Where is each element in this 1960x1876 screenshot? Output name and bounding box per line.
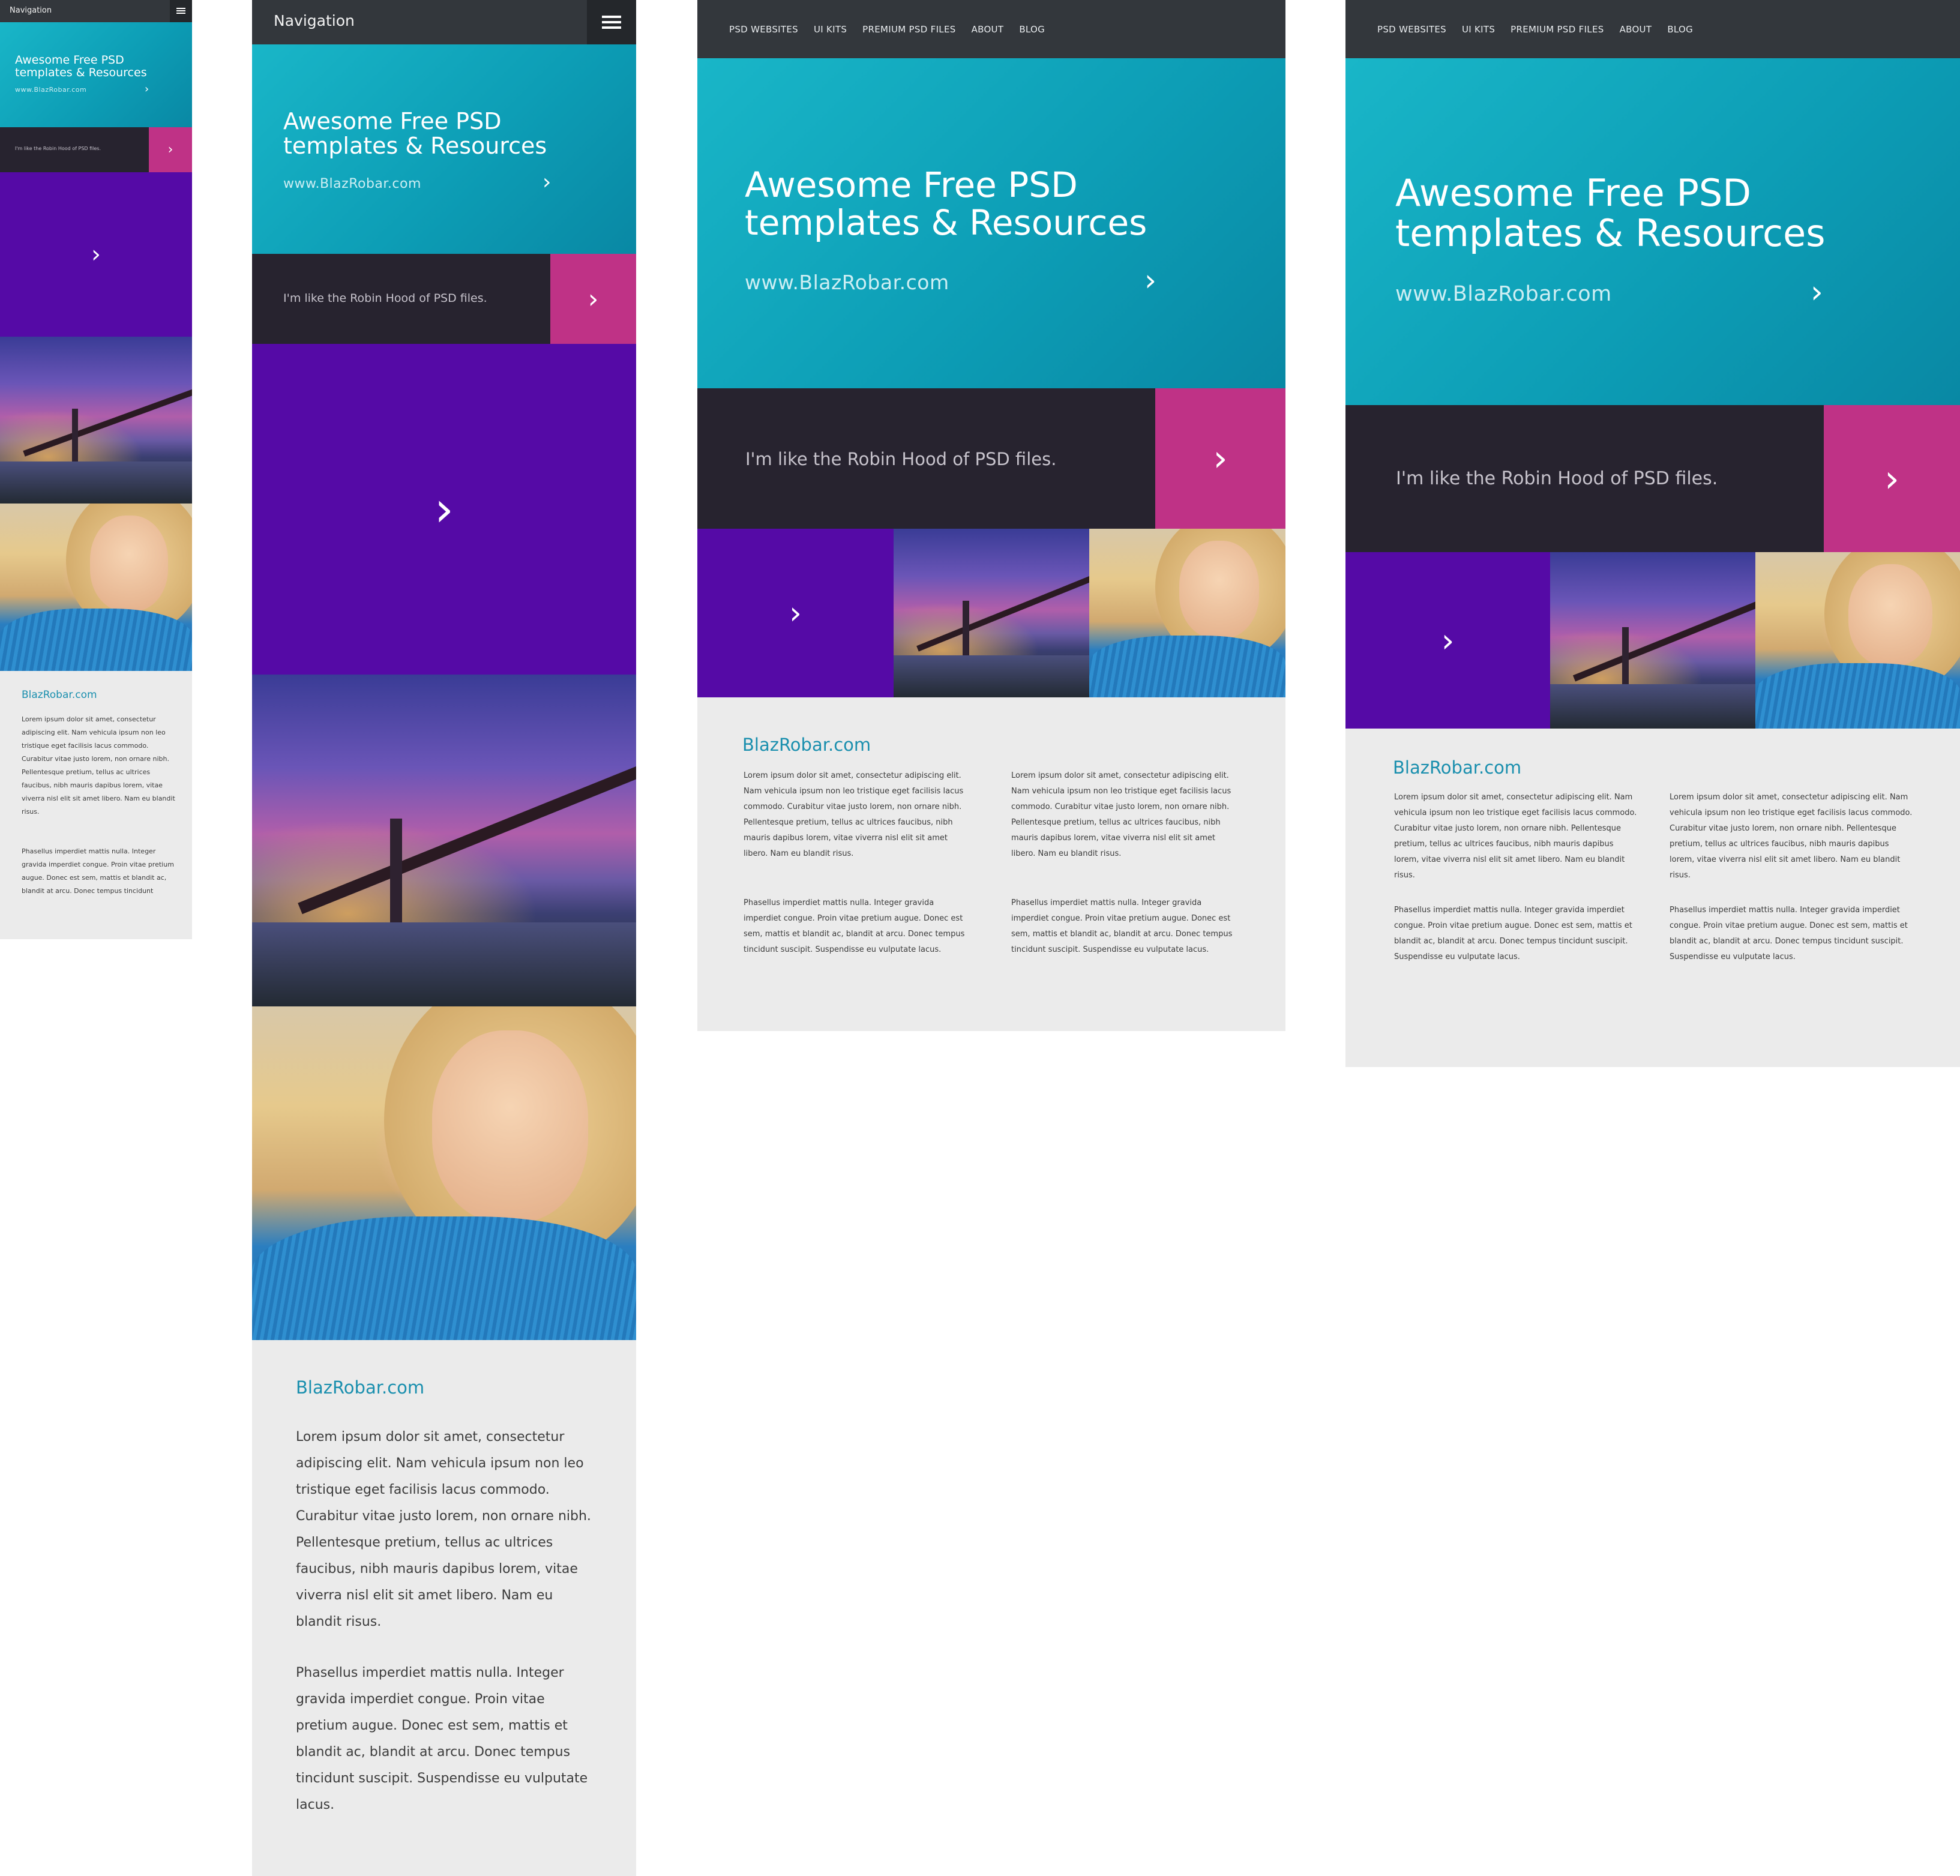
desktop-navbar: PSD WEBSITES UI KITS PREMIUM PSD FILES A… [697, 0, 1285, 58]
nav-link-psd-websites[interactable]: PSD WEBSITES [729, 24, 798, 35]
nav-link-premium-psd-files[interactable]: PREMIUM PSD FILES [862, 24, 955, 35]
chevron-right-icon: › [588, 283, 599, 314]
bridge-photo [1550, 552, 1755, 729]
nav-title: Navigation [10, 6, 52, 15]
tagline-text: I'm like the Robin Hood of PSD files. [15, 146, 101, 151]
tagline-arrow-button[interactable]: › [550, 254, 636, 344]
content-paragraph-1: Lorem ipsum dolor sit amet, consectetur … [296, 1430, 591, 1629]
nav-link-about[interactable]: ABOUT [1620, 24, 1652, 35]
nav-link-ui-kits[interactable]: UI KITS [814, 24, 847, 35]
site-name: BlazRobar.com [1393, 757, 1522, 778]
chevron-right-icon: › [167, 142, 173, 157]
tagline-arrow-button[interactable]: › [149, 127, 192, 172]
purple-tile[interactable]: › [252, 344, 636, 675]
chevron-right-icon: › [1213, 437, 1228, 480]
mockup-phone-small: Navigation Awesome Free PSD templates & R… [0, 0, 192, 939]
nav-links: PSD WEBSITES UI KITS PREMIUM PSD FILES A… [1377, 0, 1693, 58]
content-col1-paragraph-1: Lorem ipsum dolor sit amet, consectetur … [744, 771, 964, 858]
mockup-desktop: PSD WEBSITES UI KITS PREMIUM PSD FILES A… [1345, 0, 1960, 1067]
hero-title: Awesome Free PSD templates & Resources [15, 53, 147, 79]
chevron-right-icon[interactable]: › [543, 172, 551, 193]
tagline-arrow-button[interactable]: › [1155, 388, 1285, 529]
site-name: BlazRobar.com [742, 735, 871, 755]
content-paragraph-2: Phasellus imperdiet mattis nulla. Intege… [22, 847, 174, 895]
content-col2-paragraph-1: Lorem ipsum dolor sit amet, consectetur … [1670, 793, 1913, 880]
nav-links: PSD WEBSITES UI KITS PREMIUM PSD FILES A… [729, 0, 1045, 58]
hero-url[interactable]: www.BlazRobar.com [15, 86, 86, 94]
nav-link-about[interactable]: ABOUT [972, 24, 1004, 35]
content-col2-paragraph-2: Phasellus imperdiet mattis nulla. Intege… [1670, 906, 1908, 961]
chevron-right-icon: › [1441, 621, 1455, 660]
hamburger-menu-icon[interactable] [170, 0, 192, 22]
content-col2-paragraph-1: Lorem ipsum dolor sit amet, consectetur … [1011, 771, 1231, 858]
hero-url[interactable]: www.BlazRobar.com [745, 271, 949, 294]
nav-link-psd-websites[interactable]: PSD WEBSITES [1377, 24, 1446, 35]
hero-title: Awesome Free PSD templates & Resources [283, 108, 547, 160]
purple-tile[interactable]: › [697, 529, 894, 697]
hero-url[interactable]: www.BlazRobar.com [1395, 282, 1612, 306]
nav-title: Navigation [274, 12, 355, 29]
purple-tile[interactable]: › [1345, 552, 1550, 729]
nav-link-ui-kits[interactable]: UI KITS [1462, 24, 1495, 35]
tagline-arrow-button[interactable]: › [1824, 405, 1960, 552]
content-paragraph-2: Phasellus imperdiet mattis nulla. Intege… [296, 1665, 588, 1812]
portrait-photo [1755, 552, 1960, 729]
site-name: BlazRobar.com [296, 1377, 425, 1398]
tagline-bar: I'm like the Robin Hood of PSD files. › [697, 388, 1285, 529]
chevron-right-icon[interactable]: › [1144, 265, 1156, 295]
chevron-right-icon[interactable]: › [145, 84, 149, 95]
tagline-text: I'm like the Robin Hood of PSD files. [745, 449, 1057, 469]
content-section: BlazRobar.com Lorem ipsum dolor sit amet… [252, 1340, 636, 1876]
bridge-photo [0, 337, 192, 504]
tagline-text: I'm like the Robin Hood of PSD files. [1396, 468, 1718, 489]
content-col1-paragraph-2: Phasellus imperdiet mattis nulla. Intege… [1394, 906, 1632, 961]
mockup-phone-large: Navigation Awesome Free PSD templates & R… [252, 0, 636, 1876]
content-col2-paragraph-2: Phasellus imperdiet mattis nulla. Intege… [1011, 898, 1233, 954]
hero-title: Awesome Free PSD templates & Resources [745, 164, 1147, 243]
portrait-photo [252, 1006, 636, 1340]
hero-banner: Awesome Free PSD templates & Resources ww… [252, 44, 636, 254]
tagline-text: I'm like the Robin Hood of PSD files. [283, 292, 487, 305]
mobile-navbar: Navigation [0, 0, 192, 22]
mockup-tablet: PSD WEBSITES UI KITS PREMIUM PSD FILES A… [697, 0, 1285, 1031]
content-col1-paragraph-1: Lorem ipsum dolor sit amet, consectetur … [1394, 793, 1637, 880]
hero-banner: Awesome Free PSD templates & Resources ww… [697, 58, 1285, 388]
mobile-navbar: Navigation [252, 0, 636, 44]
tagline-bar: I'm like the Robin Hood of PSD files. › [1345, 405, 1960, 552]
chevron-right-icon: › [434, 481, 454, 537]
nav-link-blog[interactable]: BLOG [1667, 24, 1693, 35]
chevron-right-icon[interactable]: › [1811, 277, 1823, 308]
purple-tile[interactable]: › [0, 172, 192, 337]
content-section: BlazRobar.com Lorem ipsum dolor sit amet… [1345, 729, 1960, 1067]
hero-title: Awesome Free PSD templates & Resources [1395, 171, 1826, 255]
tagline-bar: I'm like the Robin Hood of PSD files. › [0, 127, 192, 172]
site-name: BlazRobar.com [22, 689, 97, 701]
hero-url[interactable]: www.BlazRobar.com [283, 176, 421, 191]
chevron-right-icon: › [91, 241, 101, 268]
hamburger-menu-icon[interactable] [587, 0, 636, 44]
chevron-right-icon: › [789, 595, 802, 631]
portrait-photo [1089, 529, 1285, 697]
content-paragraph-1: Lorem ipsum dolor sit amet, consectetur … [22, 715, 175, 816]
hero-banner: Awesome Free PSD templates & Resources ww… [1345, 58, 1960, 405]
bridge-photo [252, 675, 636, 1006]
hero-banner: Awesome Free PSD templates & Resources ww… [0, 22, 192, 127]
bridge-photo [894, 529, 1089, 697]
nav-link-blog[interactable]: BLOG [1019, 24, 1045, 35]
content-section: BlazRobar.com Lorem ipsum dolor sit amet… [697, 697, 1285, 1031]
portrait-photo [0, 504, 192, 671]
desktop-navbar: PSD WEBSITES UI KITS PREMIUM PSD FILES A… [1345, 0, 1960, 58]
content-section: BlazRobar.com Lorem ipsum dolor sit amet… [0, 671, 192, 939]
nav-link-premium-psd-files[interactable]: PREMIUM PSD FILES [1511, 24, 1604, 35]
tagline-bar: I'm like the Robin Hood of PSD files. › [252, 254, 636, 344]
content-col1-paragraph-2: Phasellus imperdiet mattis nulla. Intege… [744, 898, 965, 954]
chevron-right-icon: › [1884, 457, 1899, 501]
